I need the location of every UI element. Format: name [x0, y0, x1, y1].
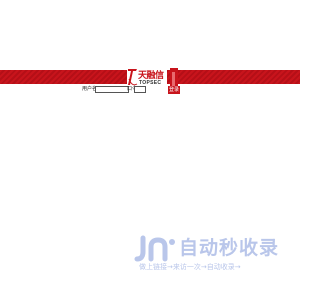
watermark-title: 自动秒收录 — [179, 237, 280, 259]
topsec-logo-icon — [128, 69, 138, 86]
watermark-logo-icon — [134, 235, 175, 262]
watermark: 自动秒收录 做上链接→来访一次→自动收录→ — [134, 235, 284, 275]
login-form: 用户名: 口令: — [82, 86, 182, 94]
username-input[interactable] — [95, 86, 129, 93]
password-input[interactable] — [134, 86, 146, 93]
watermark-subtitle: 做上链接→来访一次→自动收录→ — [139, 263, 241, 271]
login-button[interactable]: 登录 — [168, 86, 180, 94]
